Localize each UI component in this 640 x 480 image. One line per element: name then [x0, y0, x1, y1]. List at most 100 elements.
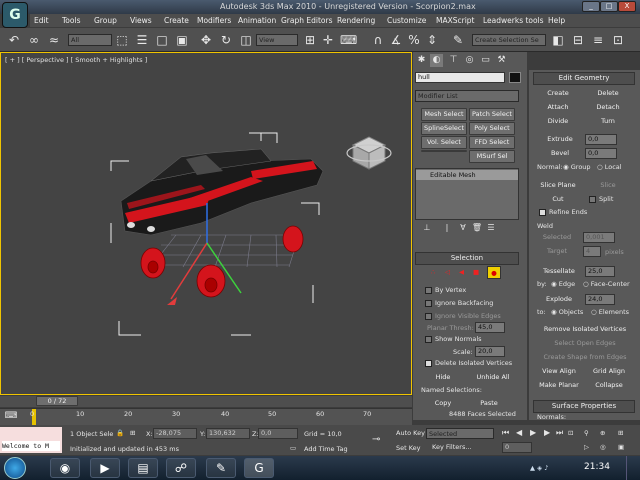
set-key-button[interactable]: Set Key: [396, 444, 421, 452]
extrude-button[interactable]: Extrude: [537, 134, 583, 145]
listener-line[interactable]: Welcome to M: [2, 441, 60, 451]
slice-plane-button[interactable]: Slice Plane: [535, 180, 581, 191]
element-level-icon[interactable]: ●: [487, 266, 501, 279]
local-radio[interactable]: ○ Local: [597, 163, 622, 171]
menu-customize[interactable]: Customize: [387, 16, 426, 25]
align-icon[interactable]: ⊟: [570, 32, 586, 48]
vertex-level-icon[interactable]: ∴: [431, 268, 435, 276]
menu-edit[interactable]: Edit: [34, 16, 49, 25]
fov-icon[interactable]: ▷: [584, 443, 589, 451]
bevel-button[interactable]: Bevel: [537, 148, 583, 159]
modifier-list-dropdown[interactable]: Modifier List: [415, 90, 519, 102]
show-end-result-icon[interactable]: |: [441, 222, 453, 234]
clock[interactable]: 21:34: [584, 462, 610, 472]
lock-selection-icon[interactable]: 🔒: [116, 429, 124, 437]
menu-tools[interactable]: Tools: [62, 16, 80, 25]
menu-group[interactable]: Group: [94, 16, 117, 25]
remove-isolated-button[interactable]: Remove Isolated Vertices: [535, 324, 635, 335]
cut-button[interactable]: Cut: [535, 194, 581, 205]
make-unique-icon[interactable]: ∀: [457, 222, 469, 234]
zoom-all-icon[interactable]: ⊕: [600, 429, 605, 437]
paint-icon[interactable]: ✎: [206, 458, 236, 478]
media-player-icon[interactable]: ▶: [90, 458, 120, 478]
current-frame-field[interactable]: 0: [502, 442, 532, 453]
divide-button[interactable]: Divide: [535, 116, 581, 127]
absolute-mode-icon[interactable]: ⊞: [130, 429, 135, 437]
normals-scale-spinner[interactable]: 20,0: [475, 346, 505, 357]
object-color-swatch[interactable]: [509, 72, 521, 83]
orbit-icon[interactable]: ◎: [600, 443, 606, 451]
refine-ends-checkbox[interactable]: [539, 209, 546, 216]
add-time-tag[interactable]: Add Time Tag: [304, 445, 348, 453]
go-to-end-icon[interactable]: ⏭: [556, 428, 563, 438]
create-tab-icon[interactable]: ✱: [415, 54, 428, 67]
delete-button[interactable]: Delete: [585, 88, 631, 99]
collapse-button[interactable]: Collapse: [585, 380, 633, 391]
window-crossing-icon[interactable]: ▣: [174, 32, 190, 48]
unhide-all-button[interactable]: Unhide All: [469, 372, 517, 383]
layer-manager-icon[interactable]: ≡: [590, 32, 606, 48]
grid-align-button[interactable]: Grid Align: [585, 366, 633, 377]
face-center-radio[interactable]: ○ Face-Center: [583, 280, 630, 288]
pivot-icon[interactable]: ⊞: [302, 32, 318, 48]
msurf-sel-button[interactable]: MSurf Sel: [469, 150, 515, 163]
hide-button[interactable]: Hide: [421, 372, 465, 383]
patch-select-button[interactable]: Patch Select: [469, 108, 515, 121]
menu-views[interactable]: Views: [130, 16, 152, 25]
ffd-select-button[interactable]: FFD Select: [469, 136, 515, 149]
maxscript-listener[interactable]: Welcome to M: [0, 427, 62, 453]
turn-button[interactable]: Turn: [585, 116, 631, 127]
key-filters-button[interactable]: Key Filters...: [432, 443, 472, 451]
menu-graph-editors[interactable]: Graph Editors: [281, 16, 333, 25]
show-normals-checkbox[interactable]: [425, 336, 432, 343]
by-vertex-checkbox[interactable]: [425, 287, 432, 294]
mesh-select-button[interactable]: Mesh Select: [421, 108, 467, 121]
percent-snap-icon[interactable]: %: [406, 32, 422, 48]
rotate-icon[interactable]: ↻: [218, 32, 234, 48]
group-radio[interactable]: ◉ Group: [563, 163, 591, 171]
edit-geometry-header[interactable]: Edit Geometry: [533, 72, 635, 85]
polygon-level-icon[interactable]: ■: [473, 268, 479, 276]
planar-thresh-spinner[interactable]: 45,0: [475, 322, 505, 333]
remove-modifier-icon[interactable]: 🗑: [471, 222, 483, 234]
edit-named-selection-icon[interactable]: ✎: [450, 32, 466, 48]
select-open-edges-button[interactable]: Select Open Edges: [535, 338, 635, 349]
play-icon[interactable]: ▶: [530, 428, 536, 437]
ignore-backfacing-checkbox[interactable]: [425, 300, 432, 307]
angle-snap-icon[interactable]: ∡: [388, 32, 404, 48]
select-manipulate-icon[interactable]: ✛: [320, 32, 336, 48]
bevel-spinner[interactable]: 0,0: [585, 148, 617, 159]
spline-select-button[interactable]: SplineSelect: [421, 122, 467, 135]
pin-stack-icon[interactable]: ⊥: [421, 222, 433, 234]
app-logo-icon[interactable]: G: [2, 2, 28, 28]
network-icon[interactable]: ☍: [166, 458, 196, 478]
object-name-field[interactable]: hull: [415, 72, 505, 83]
select-object-icon[interactable]: ⬚: [114, 32, 130, 48]
stack-item-editable-mesh[interactable]: Editable Mesh: [416, 170, 518, 180]
menu-help[interactable]: Help: [548, 16, 565, 25]
target-pixels-spinner[interactable]: 4: [583, 246, 601, 257]
start-button[interactable]: [4, 457, 26, 479]
snaps-toggle-icon[interactable]: ∩: [370, 32, 386, 48]
detach-button[interactable]: Detach: [585, 102, 631, 113]
track-bar[interactable]: ⌨ 0 10 20 30 40 50 60 70: [0, 408, 412, 425]
curve-editor-icon[interactable]: ⊡: [610, 32, 626, 48]
scale-icon[interactable]: ◫: [238, 32, 254, 48]
select-by-name-icon[interactable]: ☰: [134, 32, 150, 48]
reference-coord-dropdown[interactable]: View: [256, 34, 298, 46]
show-desktop-button[interactable]: [626, 456, 640, 480]
menu-leadwerks-tools[interactable]: Leadwerks tools: [483, 16, 544, 25]
spinner-snap-icon[interactable]: ⇕: [424, 32, 440, 48]
tessellate-spinner[interactable]: 25,0: [585, 266, 615, 277]
y-coordinate-field[interactable]: 130,632: [206, 428, 250, 439]
go-to-start-icon[interactable]: ⏮: [502, 428, 509, 438]
create-button[interactable]: Create: [535, 88, 581, 99]
undo-icon[interactable]: ↶: [6, 32, 22, 48]
maximize-viewport-icon[interactable]: ▣: [618, 443, 624, 451]
time-config-icon[interactable]: ⊡: [568, 429, 573, 437]
perspective-viewport[interactable]: [ + ] [ Perspective ] [ Smooth + Highlig…: [0, 52, 412, 395]
maximize-button[interactable]: □: [600, 1, 618, 12]
menu-modifiers[interactable]: Modifiers: [197, 16, 231, 25]
link-icon[interactable]: ∞: [26, 32, 42, 48]
elements-radio[interactable]: ○ Elements: [591, 308, 629, 316]
